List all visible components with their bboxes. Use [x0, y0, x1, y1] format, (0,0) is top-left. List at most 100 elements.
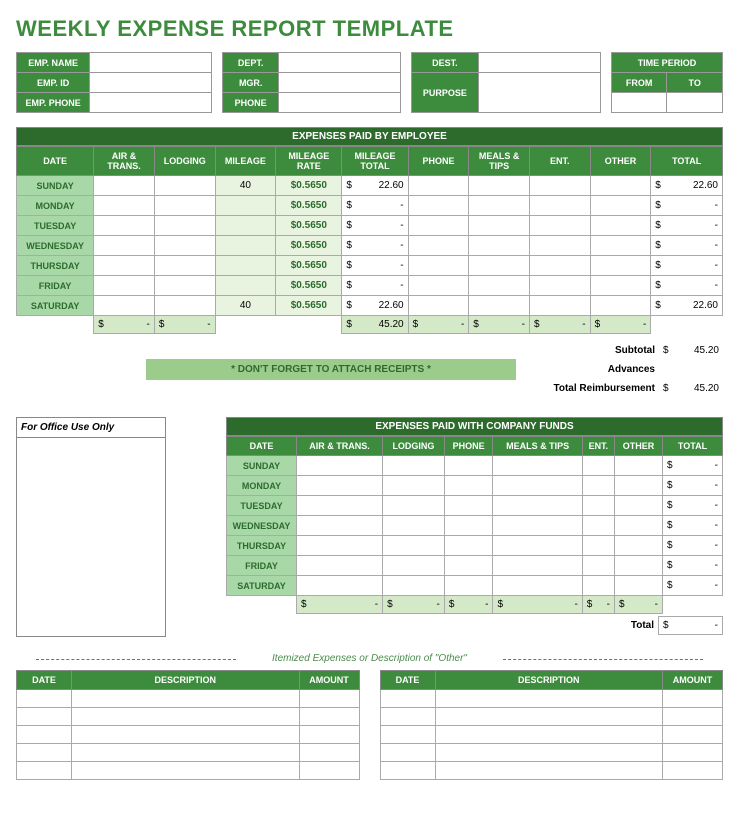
ent-cell[interactable]	[529, 236, 590, 256]
lodging-cell[interactable]	[154, 236, 215, 256]
phone-cell[interactable]	[444, 536, 493, 556]
meals-cell[interactable]	[493, 536, 582, 556]
other-cell[interactable]	[615, 456, 663, 476]
phone-cell[interactable]	[408, 216, 469, 236]
air-cell[interactable]	[94, 256, 155, 276]
meals-cell[interactable]	[493, 476, 582, 496]
mileage-cell[interactable]	[215, 196, 276, 216]
air-cell[interactable]	[297, 516, 383, 536]
ent-cell[interactable]	[582, 556, 614, 576]
lodging-cell[interactable]	[154, 296, 215, 316]
phone-cell[interactable]	[408, 276, 469, 296]
other-cell[interactable]	[615, 576, 663, 596]
phone-cell[interactable]	[408, 256, 469, 276]
dest-value[interactable]	[478, 53, 600, 73]
from-value[interactable]	[611, 93, 667, 113]
air-cell[interactable]	[94, 196, 155, 216]
other-cell[interactable]	[590, 276, 651, 296]
ent-cell[interactable]	[529, 296, 590, 316]
ent-cell[interactable]	[582, 496, 614, 516]
ent-cell[interactable]	[529, 216, 590, 236]
other-cell[interactable]	[590, 256, 651, 276]
air-cell[interactable]	[94, 276, 155, 296]
mileage-cell[interactable]	[215, 236, 276, 256]
purpose-value[interactable]	[478, 73, 600, 113]
meals-cell[interactable]	[493, 516, 582, 536]
mileage-cell[interactable]	[215, 256, 276, 276]
meals-cell[interactable]	[469, 176, 530, 196]
other-cell[interactable]	[590, 236, 651, 256]
emp-id-value[interactable]	[90, 73, 212, 93]
air-cell[interactable]	[297, 536, 383, 556]
to-value[interactable]	[667, 93, 723, 113]
other-cell[interactable]	[590, 196, 651, 216]
lodging-cell[interactable]	[154, 256, 215, 276]
meals-cell[interactable]	[469, 276, 530, 296]
ent-cell[interactable]	[529, 276, 590, 296]
meals-cell[interactable]	[469, 236, 530, 256]
air-cell[interactable]	[297, 496, 383, 516]
other-cell[interactable]	[615, 556, 663, 576]
phone-value[interactable]	[278, 93, 400, 113]
phone-cell[interactable]	[408, 176, 469, 196]
lodging-cell[interactable]	[383, 556, 445, 576]
emp-name-value[interactable]	[90, 53, 212, 73]
lodging-cell[interactable]	[383, 456, 445, 476]
ent-cell[interactable]	[529, 176, 590, 196]
ent-cell[interactable]	[582, 516, 614, 536]
air-cell[interactable]	[94, 236, 155, 256]
phone-cell[interactable]	[444, 576, 493, 596]
lodging-cell[interactable]	[154, 276, 215, 296]
dept-value[interactable]	[278, 53, 400, 73]
ent-cell[interactable]	[582, 476, 614, 496]
lodging-cell[interactable]	[154, 216, 215, 236]
meals-cell[interactable]	[469, 216, 530, 236]
ent-cell[interactable]	[582, 576, 614, 596]
mgr-value[interactable]	[278, 73, 400, 93]
other-cell[interactable]	[615, 536, 663, 556]
mileage-cell[interactable]	[215, 216, 276, 236]
lodging-cell[interactable]	[383, 536, 445, 556]
mileage-cell[interactable]: 40	[215, 296, 276, 316]
meals-cell[interactable]	[469, 256, 530, 276]
other-cell[interactable]	[615, 516, 663, 536]
phone-cell[interactable]	[408, 236, 469, 256]
mileage-cell[interactable]	[215, 276, 276, 296]
phone-cell[interactable]	[408, 296, 469, 316]
meals-cell[interactable]	[493, 556, 582, 576]
meals-cell[interactable]	[469, 296, 530, 316]
mileage-cell[interactable]: 40	[215, 176, 276, 196]
lodging-cell[interactable]	[383, 496, 445, 516]
phone-cell[interactable]	[444, 476, 493, 496]
air-cell[interactable]	[94, 176, 155, 196]
other-cell[interactable]	[615, 476, 663, 496]
air-cell[interactable]	[297, 476, 383, 496]
other-cell[interactable]	[615, 496, 663, 516]
air-cell[interactable]	[94, 216, 155, 236]
lodging-cell[interactable]	[154, 176, 215, 196]
lodging-cell[interactable]	[383, 476, 445, 496]
phone-cell[interactable]	[444, 516, 493, 536]
emp-phone-value[interactable]	[90, 93, 212, 113]
air-cell[interactable]	[94, 296, 155, 316]
phone-cell[interactable]	[408, 196, 469, 216]
other-cell[interactable]	[590, 176, 651, 196]
ent-cell[interactable]	[529, 196, 590, 216]
lodging-cell[interactable]	[383, 576, 445, 596]
lodging-cell[interactable]	[154, 196, 215, 216]
phone-cell[interactable]	[444, 456, 493, 476]
phone-cell[interactable]	[444, 556, 493, 576]
other-cell[interactable]	[590, 216, 651, 236]
other-cell[interactable]	[590, 296, 651, 316]
meals-cell[interactable]	[469, 196, 530, 216]
ent-cell[interactable]	[529, 256, 590, 276]
air-cell[interactable]	[297, 456, 383, 476]
meals-cell[interactable]	[493, 456, 582, 476]
air-cell[interactable]	[297, 556, 383, 576]
phone-cell[interactable]	[444, 496, 493, 516]
air-cell[interactable]	[297, 576, 383, 596]
ent-cell[interactable]	[582, 456, 614, 476]
ent-cell[interactable]	[582, 536, 614, 556]
lodging-cell[interactable]	[383, 516, 445, 536]
advances-value[interactable]	[659, 359, 723, 380]
